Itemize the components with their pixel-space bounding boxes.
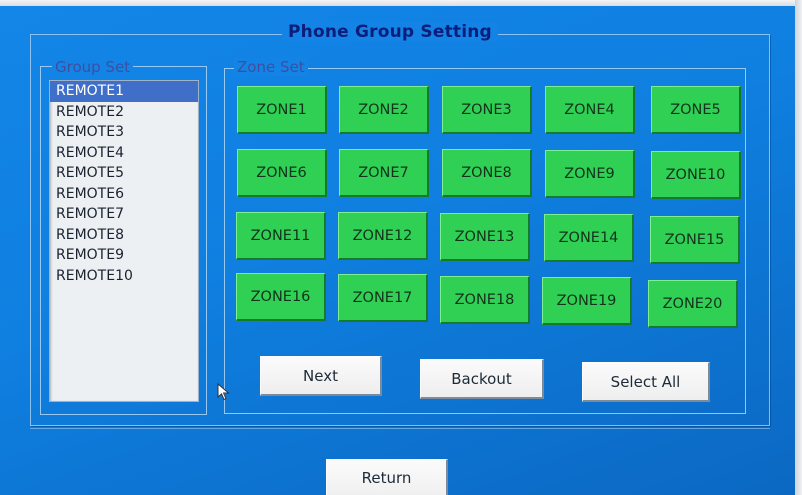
group-list-item[interactable]: REMOTE7	[50, 204, 198, 225]
group-list-item[interactable]: REMOTE6	[50, 184, 198, 205]
group-list-item[interactable]: REMOTE2	[50, 102, 198, 123]
group-list-item[interactable]: REMOTE4	[50, 143, 198, 164]
zone-button-5[interactable]: ZONE5	[651, 86, 741, 134]
zone-button-6[interactable]: ZONE6	[237, 149, 327, 197]
monitor-bezel-right	[795, 0, 802, 495]
zone-button-17[interactable]: ZONE17	[338, 274, 428, 322]
zone-button-15[interactable]: ZONE15	[650, 216, 740, 264]
zone-button-11[interactable]: ZONE11	[236, 212, 326, 260]
return-button[interactable]: Return	[326, 459, 448, 495]
zone-button-4[interactable]: ZONE4	[545, 86, 635, 134]
zone-button-13[interactable]: ZONE13	[440, 213, 530, 261]
group-list-item[interactable]: REMOTE9	[50, 245, 198, 266]
zone-button-3[interactable]: ZONE3	[442, 86, 532, 134]
zone-button-12[interactable]: ZONE12	[338, 212, 428, 260]
backout-button[interactable]: Backout	[420, 359, 544, 399]
zone-button-18[interactable]: ZONE18	[440, 276, 530, 324]
group-list-item[interactable]: REMOTE10	[50, 266, 198, 287]
page-title: Phone Group Setting	[282, 22, 498, 42]
group-list-item[interactable]: REMOTE3	[50, 122, 198, 143]
zone-set-legend: Zone Set	[234, 58, 308, 76]
zone-button-8[interactable]: ZONE8	[442, 149, 532, 197]
zone-button-9[interactable]: ZONE9	[545, 150, 635, 198]
zone-button-2[interactable]: ZONE2	[339, 86, 429, 134]
monitor-bezel-top	[0, 0, 802, 6]
zone-button-7[interactable]: ZONE7	[339, 149, 429, 197]
group-set-legend: Group Set	[52, 58, 134, 76]
zone-button-14[interactable]: ZONE14	[544, 214, 634, 262]
zone-button-19[interactable]: ZONE19	[542, 277, 632, 325]
screen-background: Phone Group Setting Group Set REMOTE1 RE…	[0, 0, 802, 495]
zone-button-16[interactable]: ZONE16	[236, 273, 326, 321]
zone-button-10[interactable]: ZONE10	[651, 151, 741, 199]
group-list-item[interactable]: REMOTE5	[50, 163, 198, 184]
zone-button-20[interactable]: ZONE20	[648, 280, 738, 328]
divider	[30, 428, 770, 429]
group-list-item[interactable]: REMOTE8	[50, 225, 198, 246]
group-list-item[interactable]: REMOTE1	[50, 81, 198, 102]
next-button[interactable]: Next	[260, 356, 382, 396]
zone-button-1[interactable]: ZONE1	[237, 86, 327, 134]
select-all-button[interactable]: Select All	[582, 362, 710, 402]
group-list[interactable]: REMOTE1 REMOTE2 REMOTE3 REMOTE4 REMOTE5 …	[49, 80, 199, 402]
mouse-pointer-icon	[217, 383, 230, 401]
